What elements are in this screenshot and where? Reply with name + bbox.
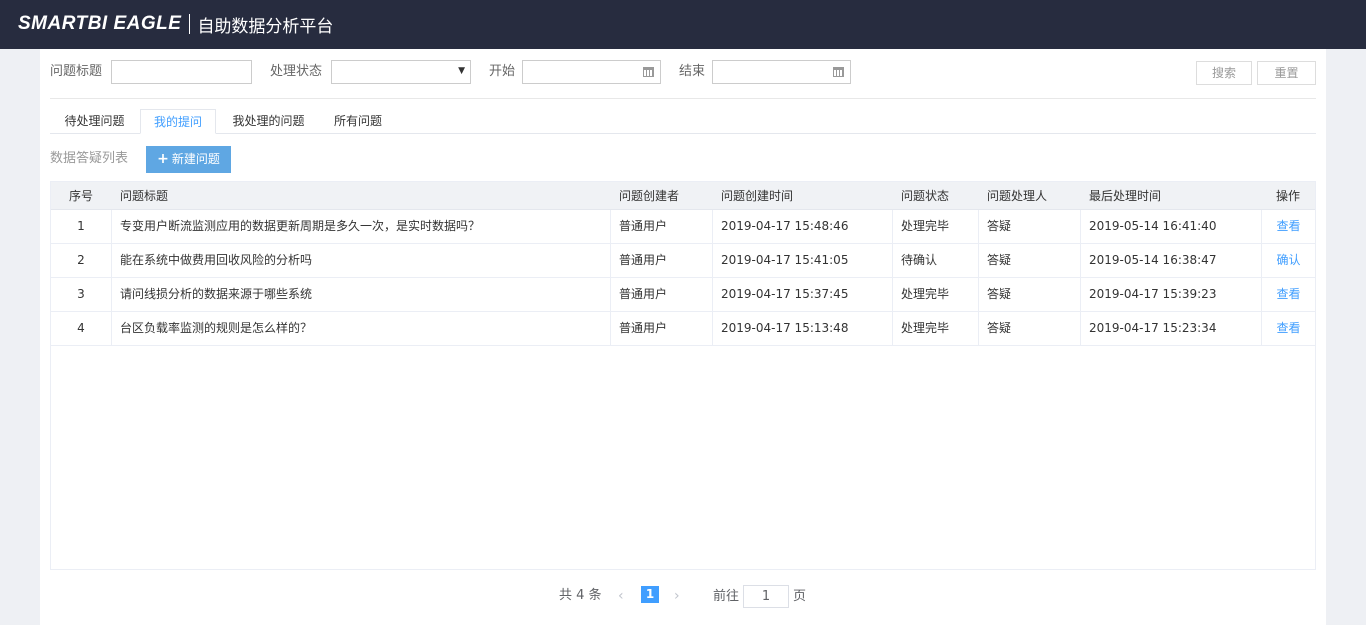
plus-icon: + <box>157 151 169 167</box>
logo-divider <box>189 14 191 34</box>
table-row[interactable]: 1 专变用户断流监测应用的数据更新周期是多久一次，是实时数据吗？ 普通用户 20… <box>51 210 1315 244</box>
table-row[interactable]: 2 能在系统中做费用回收风险的分析吗 普通用户 2019-04-17 15:41… <box>51 244 1315 278</box>
row-handler: 答疑 <box>979 244 1081 277</box>
table-header: 序号 问题标题 问题创建者 问题创建时间 问题状态 问题处理人 最后处理时间 操… <box>51 182 1315 210</box>
tab-all-questions[interactable]: 所有问题 <box>322 109 394 134</box>
list-title: 数据答疑列表 <box>50 151 129 166</box>
row-creator: 普通用户 <box>611 312 713 345</box>
status-filter-select[interactable]: ▼ <box>331 60 471 84</box>
row-created-time: 2019-04-17 15:41:05 <box>713 244 893 277</box>
goto-page-input[interactable]: 1 <box>743 585 789 608</box>
tab-my-questions[interactable]: 我的提问 <box>140 109 216 134</box>
column-header-index[interactable]: 序号 <box>69 182 93 210</box>
row-updated-time: 2019-05-14 16:38:47 <box>1081 244 1262 277</box>
row-index: 3 <box>51 278 112 311</box>
row-status: 处理完毕 <box>893 210 979 243</box>
row-index: 4 <box>51 312 112 345</box>
row-title: 专变用户断流监测应用的数据更新周期是多久一次，是实时数据吗？ <box>112 210 611 243</box>
end-date-label: 结束 <box>679 64 706 79</box>
new-question-button[interactable]: + 新建问题 <box>146 146 231 173</box>
view-link[interactable]: 查看 <box>1262 278 1315 311</box>
brand-logo[interactable]: SMARTBI EAGLE 自助数据分析平台 <box>18 11 333 37</box>
row-handler: 答疑 <box>979 210 1081 243</box>
calendar-icon[interactable] <box>643 67 654 77</box>
view-link[interactable]: 查看 <box>1262 312 1315 345</box>
start-date-label: 开始 <box>489 64 516 79</box>
reset-button[interactable]: 重置 <box>1257 61 1316 85</box>
row-title: 请问线损分析的数据来源于哪些系统 <box>112 278 611 311</box>
filter-divider <box>50 98 1316 99</box>
status-filter-label: 处理状态 <box>270 64 323 79</box>
pagination: 共 4 条 ‹ 1 › 前往 1 页 <box>0 585 1366 609</box>
title-filter-label: 问题标题 <box>50 64 103 79</box>
row-index: 1 <box>51 210 112 243</box>
column-header-action: 操作 <box>1276 189 1301 203</box>
row-updated-time: 2019-04-17 15:39:23 <box>1081 278 1262 311</box>
start-date-input[interactable] <box>522 60 661 84</box>
row-creator: 普通用户 <box>611 210 713 243</box>
platform-subtitle: 自助数据分析平台 <box>197 16 334 37</box>
questions-table: 序号 问题标题 问题创建者 问题创建时间 问题状态 问题处理人 最后处理时间 操… <box>50 181 1316 570</box>
row-status: 处理完毕 <box>893 278 979 311</box>
goto-unit-label: 页 <box>793 589 807 604</box>
column-header-creator[interactable]: 问题创建者 <box>619 182 679 210</box>
row-updated-time: 2019-04-17 15:23:34 <box>1081 312 1262 345</box>
row-title: 台区负载率监测的规则是怎么样的？ <box>112 312 611 345</box>
tab-handled-by-me[interactable]: 我处理的问题 <box>221 109 316 134</box>
row-creator: 普通用户 <box>611 278 713 311</box>
top-navigation-bar: SMARTBI EAGLE 自助数据分析平台 <box>0 0 1366 49</box>
next-page-icon[interactable]: › <box>674 587 680 605</box>
dropdown-arrow-icon: ▼ <box>458 66 465 76</box>
row-created-time: 2019-04-17 15:48:46 <box>713 210 893 243</box>
column-header-handler[interactable]: 问题处理人 <box>987 182 1047 210</box>
new-question-label: 新建问题 <box>171 152 220 166</box>
row-created-time: 2019-04-17 15:37:45 <box>713 278 893 311</box>
row-created-time: 2019-04-17 15:13:48 <box>713 312 893 345</box>
row-creator: 普通用户 <box>611 244 713 277</box>
title-filter-input[interactable] <box>111 60 252 84</box>
calendar-icon[interactable] <box>833 67 844 77</box>
row-handler: 答疑 <box>979 312 1081 345</box>
page-number-current[interactable]: 1 <box>641 586 659 603</box>
column-header-status[interactable]: 问题状态 <box>901 182 949 210</box>
brand-name: SMARTBI EAGLE <box>18 13 182 34</box>
row-handler: 答疑 <box>979 278 1081 311</box>
column-header-created-time[interactable]: 问题创建时间 <box>721 182 793 210</box>
column-header-updated-time[interactable]: 最后处理时间 <box>1089 182 1161 210</box>
row-status: 待确认 <box>893 244 979 277</box>
tab-pending[interactable]: 待处理问题 <box>52 109 137 134</box>
prev-page-icon[interactable]: ‹ <box>618 587 624 605</box>
row-updated-time: 2019-05-14 16:41:40 <box>1081 210 1262 243</box>
row-status: 处理完毕 <box>893 312 979 345</box>
total-count: 共 4 条 <box>559 588 602 603</box>
end-date-input[interactable] <box>712 60 851 84</box>
search-button[interactable]: 搜索 <box>1196 61 1252 85</box>
confirm-link[interactable]: 确认 <box>1262 244 1315 277</box>
table-row[interactable]: 4 台区负载率监测的规则是怎么样的？ 普通用户 2019-04-17 15:13… <box>51 312 1315 346</box>
row-index: 2 <box>51 244 112 277</box>
column-header-title[interactable]: 问题标题 <box>120 182 168 210</box>
goto-label: 前往 <box>713 589 740 604</box>
view-link[interactable]: 查看 <box>1262 210 1315 243</box>
row-title: 能在系统中做费用回收风险的分析吗 <box>112 244 611 277</box>
table-row[interactable]: 3 请问线损分析的数据来源于哪些系统 普通用户 2019-04-17 15:37… <box>51 278 1315 312</box>
